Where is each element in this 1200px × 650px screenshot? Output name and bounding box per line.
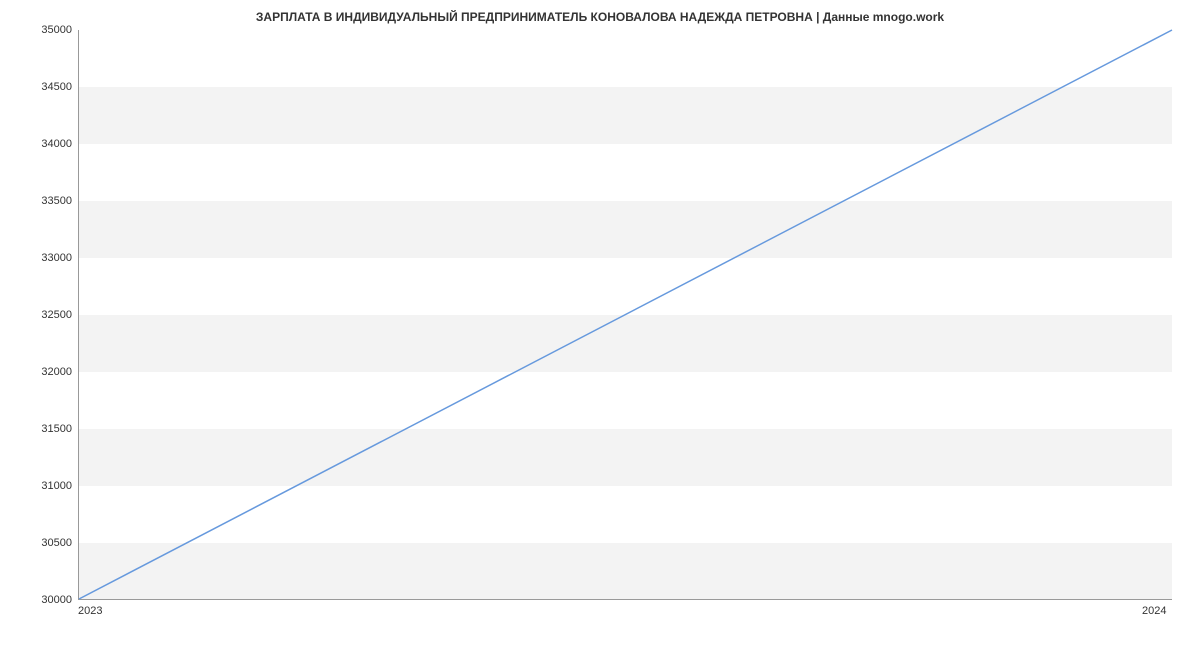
- x-tick-label: 2023: [78, 605, 102, 617]
- y-tick-label: 31500: [41, 423, 72, 435]
- y-tick-label: 33000: [41, 252, 72, 264]
- plot-area: [78, 30, 1172, 600]
- chart-line-svg: [79, 30, 1172, 599]
- y-tick-label: 30500: [41, 537, 72, 549]
- y-tick-label: 33500: [41, 195, 72, 207]
- y-tick-label: 32500: [41, 309, 72, 321]
- chart-title: ЗАРПЛАТА В ИНДИВИДУАЛЬНЫЙ ПРЕДПРИНИМАТЕЛ…: [0, 10, 1200, 24]
- data-line: [79, 30, 1172, 599]
- x-tick-label: 2024: [1142, 605, 1166, 617]
- y-tick-label: 31000: [41, 480, 72, 492]
- y-tick-label: 30000: [41, 594, 72, 606]
- y-tick-label: 35000: [41, 24, 72, 36]
- y-tick-label: 34500: [41, 81, 72, 93]
- y-tick-label: 32000: [41, 366, 72, 378]
- y-tick-label: 34000: [41, 138, 72, 150]
